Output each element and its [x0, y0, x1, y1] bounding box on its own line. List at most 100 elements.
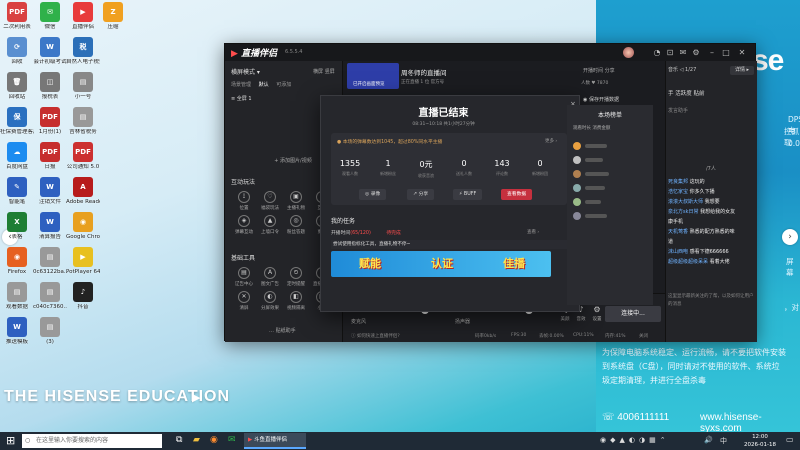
tool-button[interactable]: ◎ 粉丝答题	[283, 215, 309, 235]
mode-selector[interactable]: 横屏模式 ▾	[231, 67, 260, 76]
maximize-icon[interactable]: □	[721, 48, 731, 58]
desktop-icon[interactable]: W 推送模板	[0, 317, 34, 346]
desktop-icon[interactable]: ◫ 报税表	[33, 72, 67, 101]
tool-button[interactable]: ⟟ 位置	[231, 191, 257, 211]
ranking-row[interactable]	[573, 197, 649, 207]
ranking-tabs[interactable]: 观看时长 消费金额	[573, 125, 610, 131]
right-panel-tabs[interactable]: 音乐 ◁ 1/27	[668, 66, 696, 73]
promo-banner[interactable]: 赋能 认证 佳播	[331, 251, 551, 277]
minimize-icon[interactable]: –	[707, 48, 717, 58]
desktop-icon[interactable]: PDF 二次利用表	[0, 2, 34, 31]
desktop-icon[interactable]: ▶ 直播伴侣	[66, 2, 100, 31]
windows-start-icon[interactable]: ⊞	[6, 435, 18, 447]
clock[interactable]: 12:00 2026-01-18	[740, 433, 780, 449]
ime-indicator[interactable]: 中	[720, 436, 727, 446]
desktop-icon[interactable]: ◉ Google Chrome	[66, 212, 100, 241]
desktop-icon[interactable]: 保社保费管理客户端	[0, 107, 34, 136]
avatar[interactable]	[623, 47, 634, 58]
dialog-action-button[interactable]: 查看数据	[501, 189, 533, 200]
tool-button[interactable]: A 图文广告	[257, 267, 283, 287]
desktop-icon[interactable]: ✉ 微信	[33, 2, 67, 31]
tasks-more-link[interactable]: 查看 ›	[527, 229, 539, 235]
dialog-action-button[interactable]: ◎ 录像	[359, 189, 387, 200]
ranking-row[interactable]	[573, 155, 649, 165]
desktop-icon[interactable]: ♪ 抖音	[66, 282, 100, 311]
ranking-row[interactable]	[573, 169, 649, 179]
desktop-icon[interactable]: ▤ 吉林省税务	[66, 107, 100, 136]
gift-icon[interactable]: ⊡	[665, 48, 675, 58]
bell-icon[interactable]: ◔	[652, 48, 662, 58]
ranking-row[interactable]	[573, 141, 649, 151]
desktop-icon[interactable]: W 清算报告	[33, 212, 67, 241]
desktop-icon[interactable]: PDF 1月份(1)	[33, 107, 67, 136]
right-panel-subtabs[interactable]: 手 活跃度 贴前	[668, 89, 705, 97]
preview-thumbnail[interactable]: 已开启画面预览	[347, 63, 399, 89]
connecting-button[interactable]: 连接中...	[605, 306, 661, 322]
desktop-icon[interactable]: 🗑 回收站	[0, 72, 34, 101]
tab-addable[interactable]: 可添加	[276, 82, 291, 88]
summary-more-link[interactable]: 更多 ›	[545, 138, 557, 144]
ranking-row[interactable]	[573, 211, 649, 221]
close-icon[interactable]: ✕	[737, 48, 747, 58]
chat-username[interactable]: 泉北方sk日常	[668, 209, 699, 215]
tab-default[interactable]: 默认	[259, 82, 269, 88]
settings-button[interactable]: ⚙ 设置	[591, 304, 603, 322]
dialog-action-button[interactable]: ↗ 分享	[407, 189, 435, 200]
desktop-icon[interactable]: ▶ PotPlayer 64 bit	[66, 247, 100, 276]
desktop-icon[interactable]: PDF 日报	[33, 142, 67, 171]
desktop-icon[interactable]: ◉ Firefox	[0, 247, 34, 276]
chat-username[interactable]: 天机莺香	[668, 229, 688, 235]
app-titlebar[interactable]: ▶ 直播伴侣 6.5.5.4 ◔ ⊡ ✉ ⚙ – □ ✕	[225, 44, 755, 61]
save-data-button[interactable]: ◉ 保存开播数据	[583, 96, 619, 103]
tool-button[interactable]: ◈ 弹幕互动	[231, 215, 257, 235]
firefox-icon[interactable]: ◉	[210, 435, 218, 445]
ranking-row[interactable]	[573, 183, 649, 193]
chat-username[interactable]: 沫山西咆	[668, 249, 688, 255]
tool-button[interactable]: ✕ 清屏	[231, 291, 257, 311]
taskbar-active-app[interactable]: ▶ 斗鱼直播伴侣	[244, 433, 306, 449]
tool-button[interactable]: ▣ 主播礼物	[283, 191, 309, 211]
desktop-icon[interactable]: Z 压缩	[96, 2, 130, 31]
chat-username[interactable]: 死良集邦	[668, 179, 688, 185]
tool-button[interactable]: ▲ 上墙口令	[257, 215, 283, 235]
close-link[interactable]: 关闭	[639, 333, 648, 339]
help-link[interactable]: ⓘ 如何快速上直播伴侣?	[351, 333, 400, 339]
desktop-icon[interactable]: ▤ 小一号	[66, 72, 100, 101]
tool-button[interactable]: ▤ 辽告中心	[231, 267, 257, 287]
desktop-icon[interactable]: A Adobe Reader XI	[66, 177, 100, 206]
chat-username[interactable]: 滚滚大叔斯大师	[668, 199, 703, 205]
mode-actions[interactable]: 横屏 竖屏	[313, 68, 335, 75]
desktop-icon[interactable]: ▤ c040c7360...	[33, 282, 67, 311]
desktop-icon[interactable]: ▤ 观看数据	[0, 282, 34, 311]
chat-username[interactable]: 超级超级超级呆呆	[668, 259, 708, 265]
desktop-icon[interactable]: W 注销文件	[33, 177, 67, 206]
desktop-icon[interactable]: X 表格	[0, 212, 34, 241]
task-banner-text[interactable]: 尝试使用指标化工具，直播礼物不停~	[331, 240, 567, 249]
taskbar-search-input[interactable]: ○ 在这里输入你要搜索的内容	[22, 434, 162, 448]
mail-icon[interactable]: ✉	[678, 48, 688, 58]
dialog-action-button[interactable]: ⚡ BUFF	[453, 189, 483, 200]
room-actions[interactable]: 开播时间 分享	[583, 67, 615, 74]
tool-button[interactable]: ◧ 视频隔离	[283, 291, 309, 311]
file-explorer-icon[interactable]: ▰	[193, 435, 200, 445]
tab-scene-manage[interactable]: 场景管理	[231, 82, 251, 88]
wechat-icon[interactable]: ✉	[228, 435, 236, 445]
chat-username[interactable]: 浩忆家宝	[668, 189, 688, 195]
task-view-icon[interactable]: ⧉	[176, 435, 182, 445]
settings-icon[interactable]: ⚙	[691, 48, 701, 58]
slide-right-arrow-icon[interactable]: ›	[782, 229, 798, 245]
sticker-helper-button[interactable]: … 贴纸助手	[269, 327, 296, 334]
notification-icon[interactable]: ▭	[786, 435, 794, 444]
desktop-icon[interactable]: ✎ 智能笔	[0, 177, 34, 206]
desktop-icon[interactable]: W 会计初级考试	[33, 37, 67, 66]
tool-button[interactable]: ♡ 福袋玩法	[257, 191, 283, 211]
tray-icons[interactable]: ◉◆▲◐◑▦⌃	[600, 436, 670, 444]
detail-button[interactable]: 详情 ▸	[730, 66, 754, 75]
desktop-icon[interactable]: ☁ 百度网盘	[0, 142, 34, 171]
desktop-icon[interactable]: ⟳ 回收	[0, 37, 34, 66]
tool-button[interactable]: ⏲ 定时提醒	[283, 267, 309, 287]
desktop-icon[interactable]: ▤ 0c63122ba...	[33, 247, 67, 276]
desktop-icon[interactable]: PDF 公司通知 5.0	[66, 142, 100, 171]
desktop-icon[interactable]: 税自然人电子税务局	[66, 37, 100, 66]
volume-icon[interactable]: 🔊	[704, 436, 713, 444]
